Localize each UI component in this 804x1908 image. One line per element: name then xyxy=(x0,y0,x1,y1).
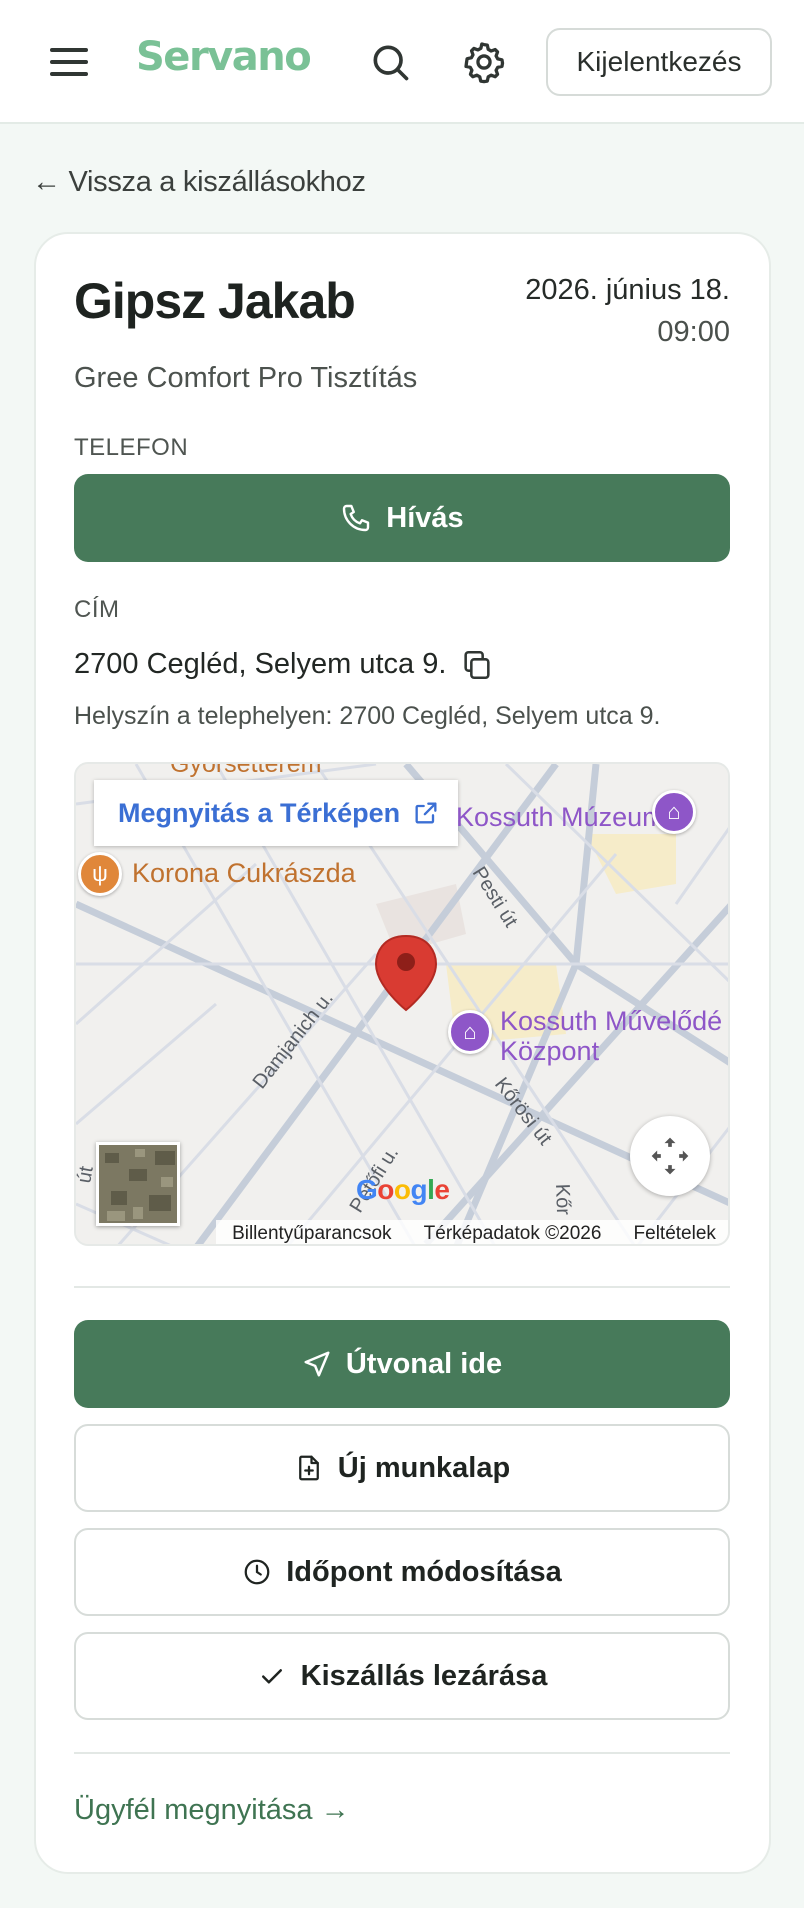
logout-button[interactable]: Kijelentkezés xyxy=(546,28,772,96)
reschedule-label: Időpont módosítása xyxy=(286,1555,562,1588)
poi-culture-line2: Központ xyxy=(500,1036,600,1066)
navigation-icon xyxy=(304,1351,330,1377)
map[interactable]: Pesti út Damjanich u. Kőrösi út Petőfi u… xyxy=(74,762,730,1246)
google-logo: Google xyxy=(356,1174,450,1205)
street-kor: Kőr xyxy=(551,1183,574,1215)
external-link-icon xyxy=(415,802,437,824)
poi-culture-center: Kossuth Művelődé Központ xyxy=(500,1006,722,1066)
map-data-text: Térképadatok ©2026 xyxy=(423,1223,602,1244)
address-label: CÍM xyxy=(74,596,120,623)
logo[interactable]: Servano xyxy=(136,34,312,80)
divider xyxy=(74,1286,730,1288)
culture-center-icon: ⌂ xyxy=(448,1010,492,1054)
route-button[interactable]: Útvonal ide xyxy=(74,1320,730,1408)
poi-top-cut: Gyorsétterem xyxy=(170,762,322,778)
phone-label: TELEFON xyxy=(74,434,189,461)
restaurant-icon: ψ xyxy=(78,852,122,896)
open-customer-link[interactable]: Ügyfél megnyitása → xyxy=(74,1794,350,1827)
search-icon[interactable] xyxy=(368,40,412,84)
back-to-visits-link[interactable]: ← Vissza a kiszállásokhoz xyxy=(32,166,366,199)
close-visit-button[interactable]: Kiszállás lezárása xyxy=(74,1632,730,1720)
check-icon xyxy=(261,1669,282,1684)
site-note: Helyszín a telephelyen: 2700 Cegléd, Sel… xyxy=(74,702,661,730)
keyboard-shortcuts-link[interactable]: Billentyűparancsok xyxy=(232,1223,391,1244)
address-text: 2700 Cegléd, Selyem utca 9. xyxy=(74,648,447,680)
call-button[interactable]: Hívás xyxy=(74,474,730,562)
reschedule-button[interactable]: Időpont módosítása xyxy=(74,1528,730,1616)
fullscreen-button[interactable] xyxy=(630,1116,710,1196)
gear-icon[interactable] xyxy=(462,40,506,84)
customer-name: Gipsz Jakab xyxy=(74,273,356,329)
service-name: Gree Comfort Pro Tisztítás xyxy=(74,362,418,394)
museum-icon: ⌂ xyxy=(652,790,696,834)
new-worksheet-button[interactable]: Új munkalap xyxy=(74,1424,730,1512)
open-in-maps-label: Megnyitás a Térképen xyxy=(118,797,401,828)
copy-icon[interactable] xyxy=(460,648,494,682)
map-attribution: Billentyűparancsok Térképadatok ©2026 Fe… xyxy=(216,1220,728,1244)
clock-icon xyxy=(244,1559,270,1585)
hamburger-menu-icon[interactable] xyxy=(50,48,88,76)
fullscreen-icon xyxy=(651,1137,689,1175)
poi-culture-line1: Kossuth Művelődé xyxy=(500,1006,723,1036)
poi-cafe: Korona Cukrászda xyxy=(132,858,356,888)
satellite-toggle[interactable] xyxy=(96,1142,180,1226)
call-button-label: Hívás xyxy=(386,501,464,534)
phone-icon xyxy=(343,504,370,532)
visit-time: 09:00 xyxy=(657,316,730,348)
visit-date: 2026. június 18. xyxy=(525,274,730,306)
top-bar: Servano Kijelentkezés xyxy=(0,0,804,124)
poi-museum: Kossuth Múzeum xyxy=(456,802,665,832)
file-plus-icon xyxy=(298,1455,319,1481)
satellite-thumbnail xyxy=(99,1145,177,1223)
open-in-maps-link[interactable]: Megnyitás a Térképen xyxy=(94,780,458,846)
route-button-label: Útvonal ide xyxy=(345,1347,503,1380)
divider xyxy=(74,1752,730,1754)
terms-link[interactable]: Feltételek xyxy=(634,1223,716,1244)
new-worksheet-label: Új munkalap xyxy=(337,1451,511,1484)
close-visit-label: Kiszállás lezárása xyxy=(300,1659,548,1692)
